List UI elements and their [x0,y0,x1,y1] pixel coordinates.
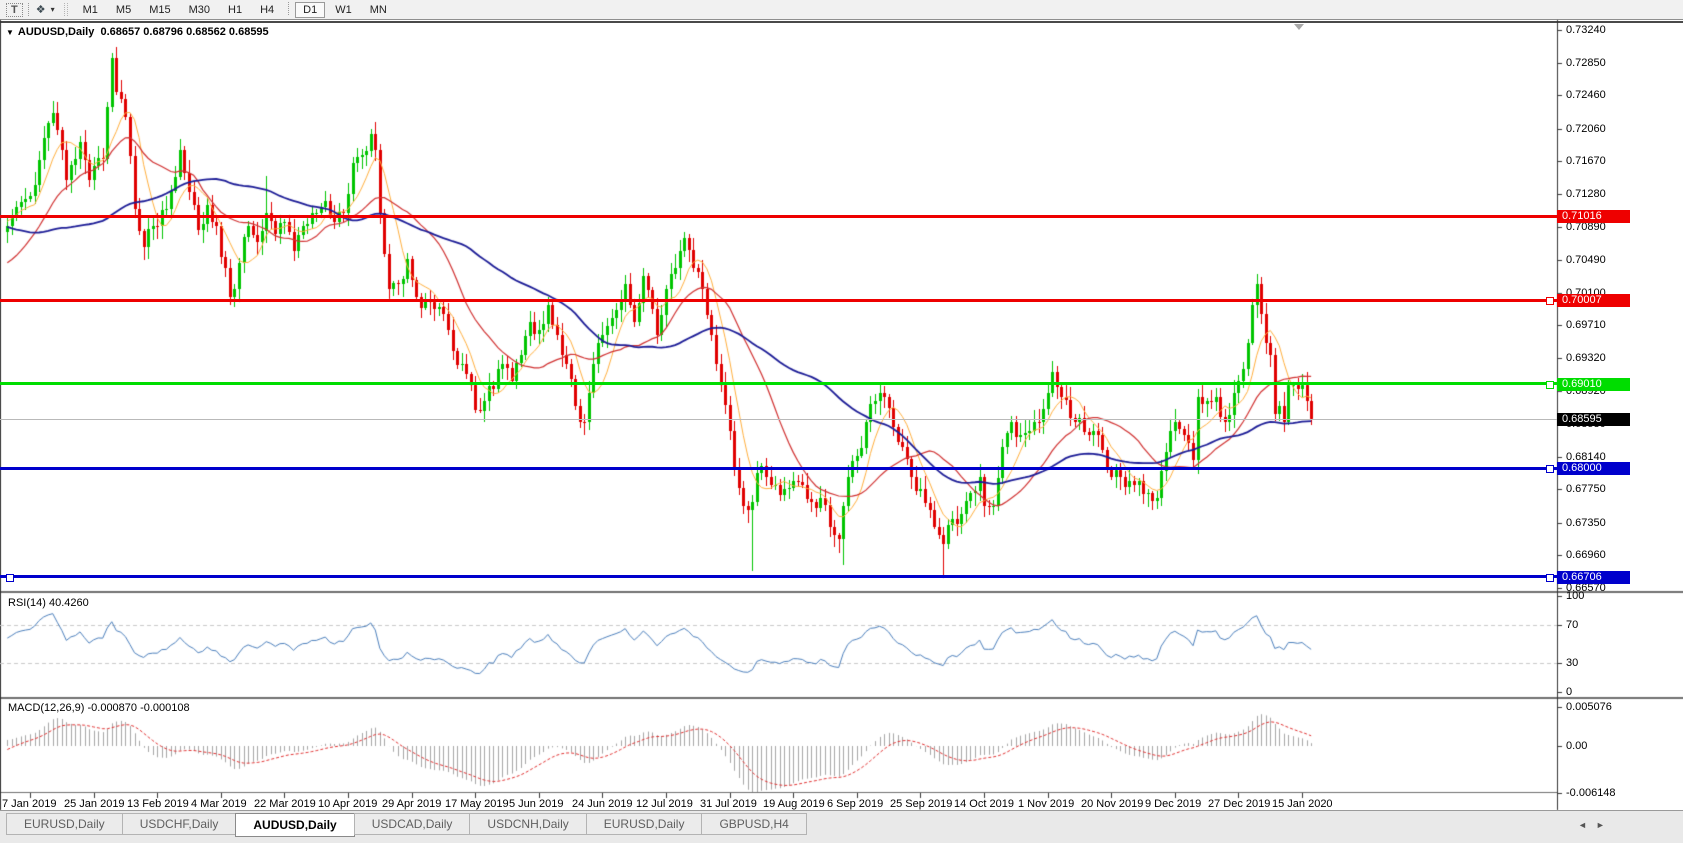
macd-axis-label: -0.006148 [1566,787,1616,799]
chart-tab-usdchf-daily[interactable]: USDCHF,Daily [122,813,237,835]
price-level-chip: 0.68000 [1557,462,1630,475]
date-axis-label: 31 Jul 2019 [700,798,757,810]
price-axis-label: 0.67750 [1566,483,1606,495]
rsi-header: RSI(14) 40.4260 [8,597,89,609]
rsi-axis-label: 0 [1566,686,1572,698]
chart-title: ▼ AUDUSD,Daily 0.68657 0.68796 0.68562 0.… [6,26,269,38]
date-axis-label: 7 Jan 2019 [2,798,56,810]
date-axis-label: 25 Jan 2019 [64,798,125,810]
price-axis-label: 0.69710 [1566,319,1606,331]
macd-values: -0.000870 -0.000108 [87,702,189,714]
date-axis-label: 9 Dec 2019 [1145,798,1201,810]
chart-tab-bar: EURUSD,DailyUSDCHF,DailyAUDUSD,DailyUSDC… [0,810,1683,843]
price-level-chip: 0.70007 [1557,294,1630,307]
trendline-support-green[interactable] [0,382,1557,385]
tab-scroll-arrows: ◄► [1578,820,1614,830]
price-axis-label: 0.72460 [1566,89,1606,101]
current-price-chip: 0.68595 [1557,413,1630,426]
rsi-axis-label: 70 [1566,619,1578,631]
chart-ohlc-values: 0.68657 0.68796 0.68562 0.68595 [100,26,268,38]
trendline-handle[interactable] [1546,574,1554,582]
price-axis-label: 0.70490 [1566,254,1606,266]
trendline-support-blue-1[interactable] [0,467,1557,470]
price-level-chip: 0.66706 [1557,571,1630,584]
date-axis-label: 22 Mar 2019 [254,798,316,810]
date-axis-label: 17 May 2019 [445,798,509,810]
chart-dropdown-icon[interactable]: ▼ [6,28,14,37]
price-axis-label: 0.71670 [1566,155,1606,167]
price-axis-label: 0.66960 [1566,549,1606,561]
trendline-handle[interactable] [1546,465,1554,473]
date-axis-label: 13 Feb 2019 [127,798,189,810]
chart-shift-marker[interactable] [1294,24,1304,30]
date-axis-label: 15 Jan 2020 [1272,798,1333,810]
date-axis-label: 4 Mar 2019 [191,798,247,810]
macd-axis-label: 0.00 [1566,740,1587,752]
price-axis-label: 0.72060 [1566,123,1606,135]
price-axis-label: 0.73240 [1566,24,1606,36]
date-axis-label: 19 Aug 2019 [763,798,825,810]
date-axis-label: 24 Jun 2019 [572,798,633,810]
trendline-handle[interactable] [1546,297,1554,305]
trendline-resistance-2[interactable] [0,299,1557,302]
date-axis-label: 27 Dec 2019 [1208,798,1270,810]
chart-tab-eurusd-daily[interactable]: EURUSD,Daily [6,813,123,835]
date-axis-label: 29 Apr 2019 [382,798,441,810]
date-axis-label: 5 Jun 2019 [509,798,563,810]
tab-scroll-right-icon[interactable]: ► [1596,820,1614,830]
macd-header: MACD(12,26,9) -0.000870 -0.000108 [8,702,190,714]
price-axis-label: 0.72850 [1566,57,1606,69]
date-axis-label: 6 Sep 2019 [827,798,883,810]
trendline-resistance-1[interactable] [0,215,1557,218]
date-axis-label: 1 Nov 2019 [1018,798,1074,810]
price-level-chip: 0.69010 [1557,378,1630,391]
date-axis-label: 12 Jul 2019 [636,798,693,810]
tab-scroll-left-icon[interactable]: ◄ [1578,820,1596,830]
trendline-support-blue-2[interactable] [0,575,1557,578]
rsi-axis-label: 30 [1566,657,1578,669]
trendline-handle[interactable] [6,574,14,582]
rsi-axis-label: 100 [1566,590,1584,602]
macd-axis-label: 0.005076 [1566,701,1612,713]
chart-tab-gbpusd-h4[interactable]: GBPUSD,H4 [701,813,806,835]
current-price-line [0,419,1557,420]
macd-label: MACD(12,26,9) [8,702,84,714]
price-level-chip: 0.71016 [1557,210,1630,223]
chart-tab-usdcad-daily[interactable]: USDCAD,Daily [354,813,471,835]
date-axis-label: 20 Nov 2019 [1081,798,1143,810]
rsi-label: RSI(14) [8,597,46,609]
mt4-terminal-window: { "toolbar": { "text_tool_label": "T", "… [0,0,1683,843]
price-axis-label: 0.67350 [1566,517,1606,529]
chart-symbol-label: AUDUSD,Daily [18,26,94,38]
date-axis-label: 10 Apr 2019 [318,798,377,810]
price-axis-label: 0.69320 [1566,352,1606,364]
trendline-handle[interactable] [1546,381,1554,389]
date-axis-label: 14 Oct 2019 [954,798,1014,810]
chart-tab-usdcnh-daily[interactable]: USDCNH,Daily [469,813,586,835]
chart-tab-audusd-daily[interactable]: AUDUSD,Daily [235,813,354,837]
price-axis-label: 0.68140 [1566,451,1606,463]
chart-tab-eurusd-daily[interactable]: EURUSD,Daily [586,813,703,835]
price-chart-canvas[interactable] [0,0,1683,843]
rsi-value: 40.4260 [49,597,89,609]
price-axis-label: 0.71280 [1566,188,1606,200]
date-axis-label: 25 Sep 2019 [890,798,952,810]
